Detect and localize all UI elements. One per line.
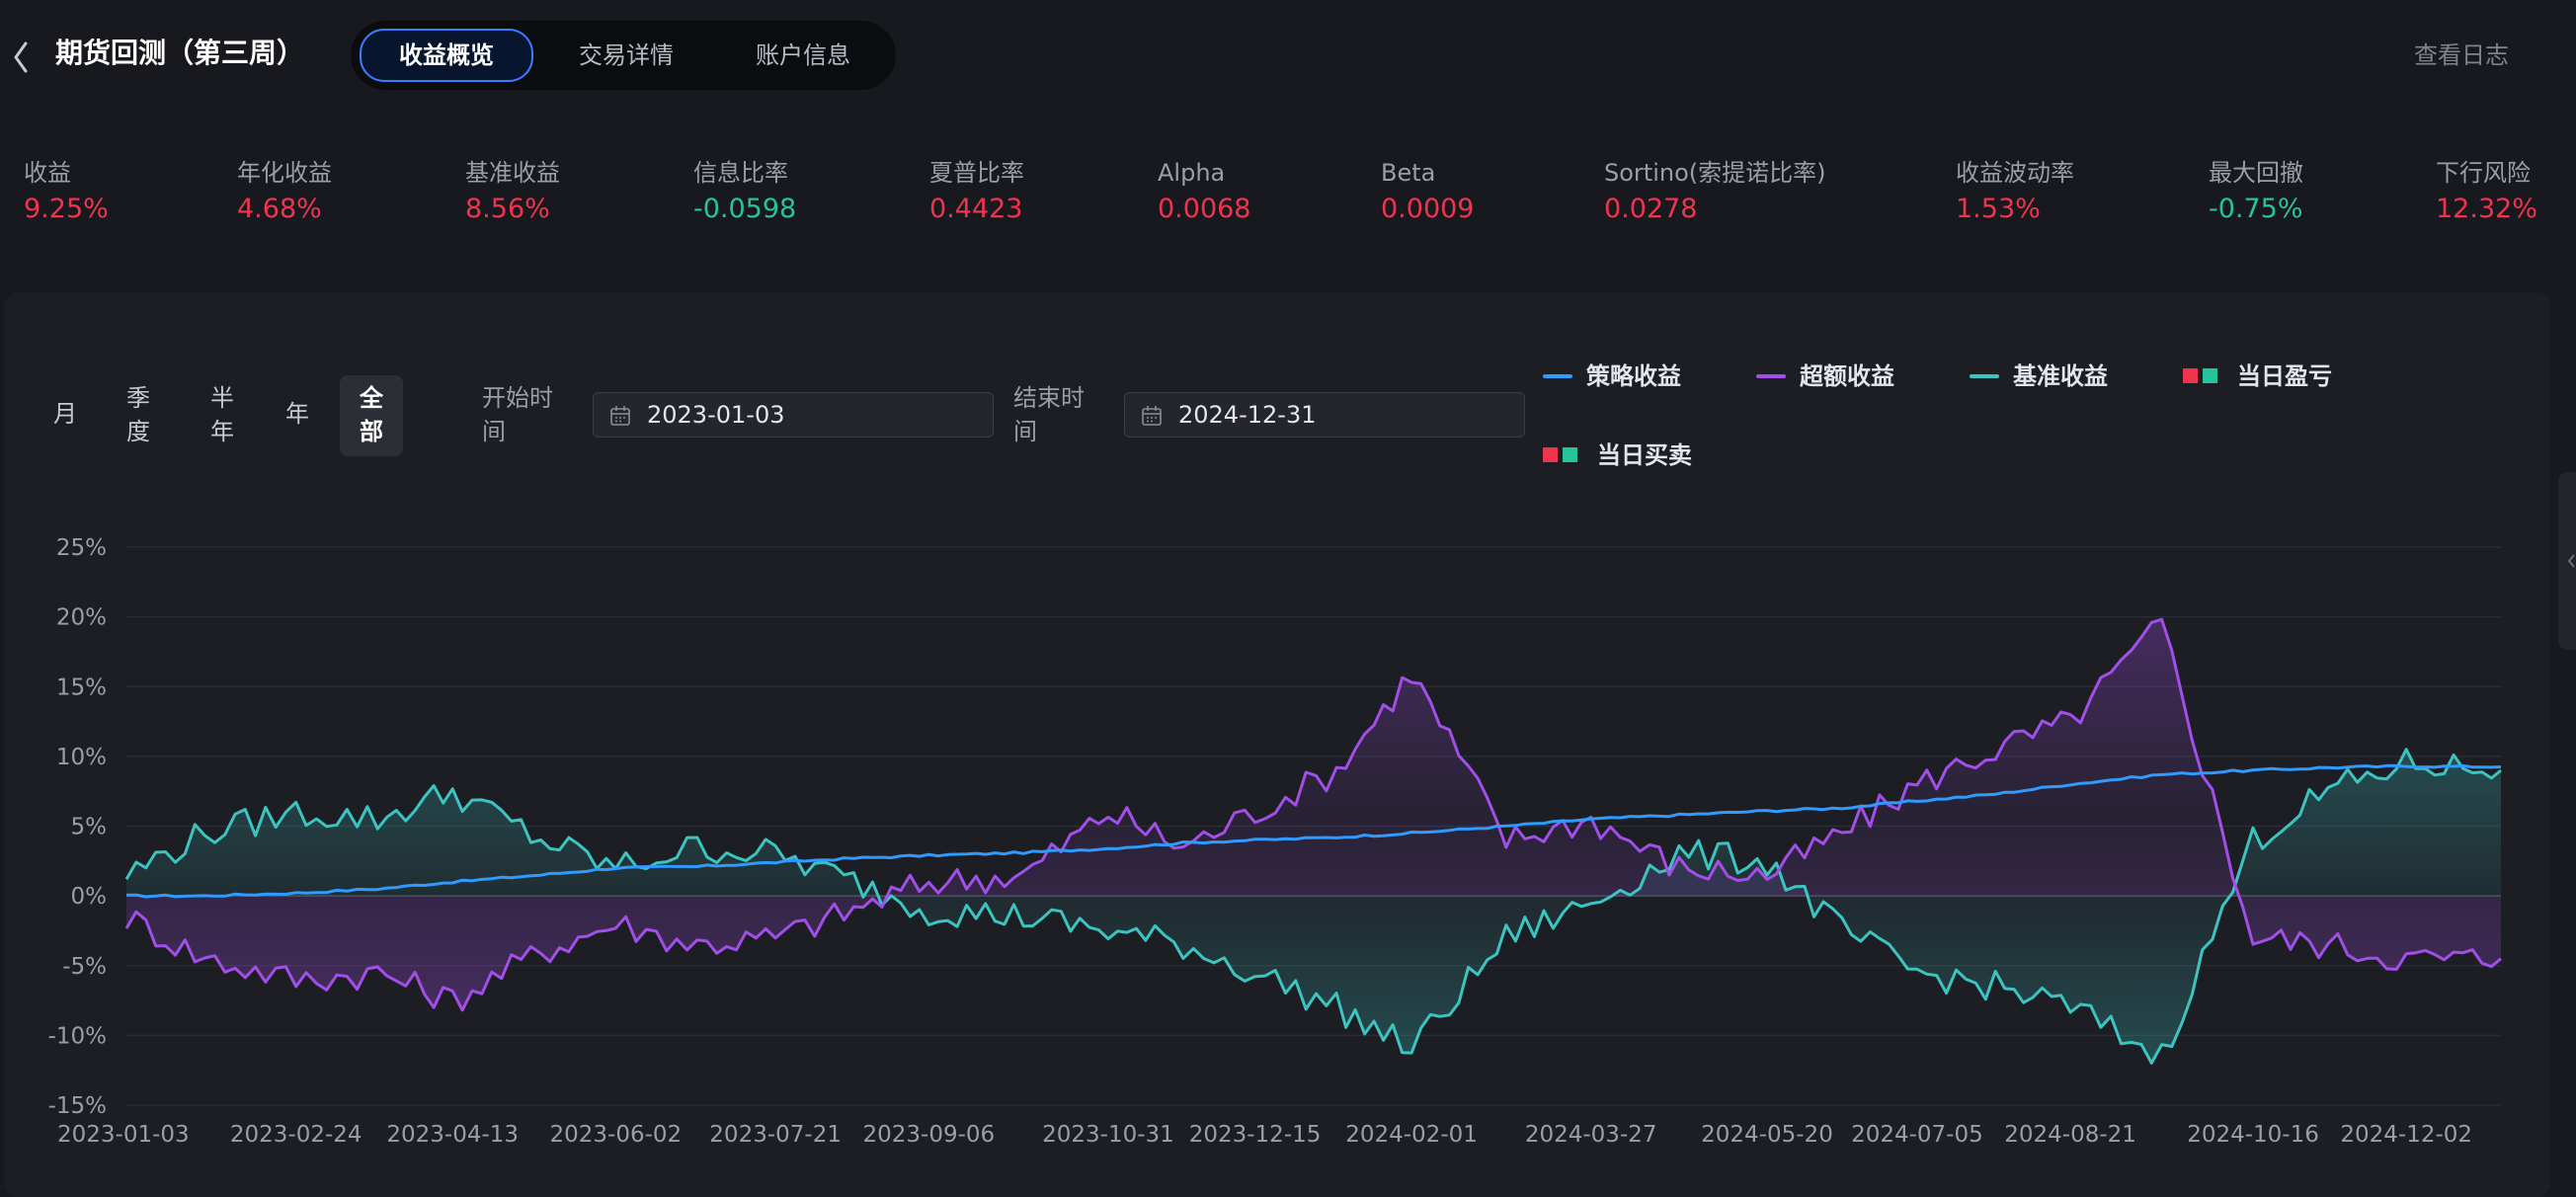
x-tick-label: 2024-07-05 — [1851, 1122, 1983, 1148]
x-tick-label: 2024-02-01 — [1345, 1122, 1478, 1148]
x-tick-label: 2024-10-16 — [2187, 1122, 2319, 1148]
x-tick-label: 2023-10-31 — [1042, 1122, 1174, 1148]
y-axis-labels: 25% 20% 15% 10% 5% 0% -5% -10% -15% — [48, 535, 107, 1119]
x-tick-label: 2023-02-24 — [230, 1122, 362, 1148]
x-axis-labels: 2023-01-03 2023-02-24 2023-04-13 2023-06-02… — [57, 1122, 2472, 1148]
x-tick-label: 2023-06-02 — [549, 1122, 682, 1148]
y-tick-label: 15% — [56, 675, 107, 700]
y-tick-label: 20% — [56, 605, 107, 631]
y-tick-label: -15% — [48, 1093, 107, 1119]
x-tick-label: 2023-07-21 — [709, 1122, 842, 1148]
x-tick-label: 2023-09-06 — [863, 1122, 996, 1148]
x-tick-label: 2024-08-21 — [2004, 1122, 2136, 1148]
y-tick-label: 0% — [71, 884, 108, 910]
x-tick-label: 2023-12-15 — [1189, 1122, 1322, 1148]
x-tick-label: 2024-05-20 — [1701, 1122, 1833, 1148]
returns-chart[interactable]: 25%20%15%10%5%0%-5%-10%-15% 2023-01-03 20… — [0, 0, 2576, 1197]
x-tick-label: 2024-12-02 — [2340, 1122, 2472, 1148]
y-tick-label: 10% — [56, 745, 107, 770]
x-tick-label: 2024-03-27 — [1525, 1122, 1657, 1148]
y-tick-label: -10% — [48, 1023, 107, 1049]
y-tick-label: 25% — [56, 535, 107, 561]
y-tick-label: -5% — [62, 954, 107, 980]
x-tick-label: 2023-01-03 — [57, 1122, 190, 1148]
y-tick-label: 5% — [71, 815, 108, 840]
x-tick-label: 2023-04-13 — [386, 1122, 519, 1148]
